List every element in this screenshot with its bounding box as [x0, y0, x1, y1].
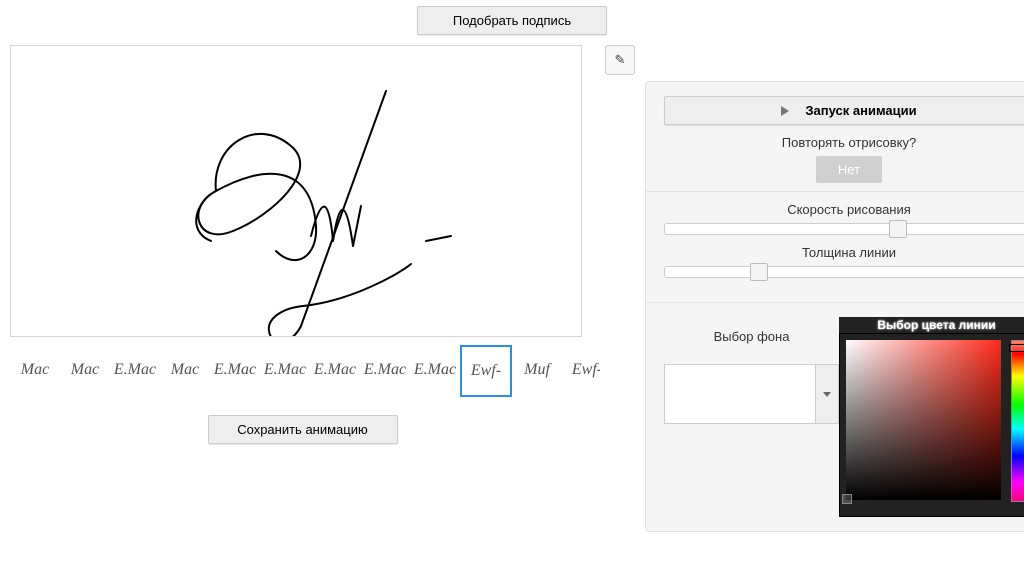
signature-thumb[interactable]: Muf: [512, 345, 562, 395]
save-animation-button[interactable]: Сохранить анимацию: [208, 415, 398, 444]
pick-signature-button[interactable]: Подобрать подпись: [417, 6, 607, 35]
thickness-slider-thumb[interactable]: [750, 263, 768, 281]
signature-thumb[interactable]: E.Mac: [210, 345, 260, 395]
divider: [646, 191, 1024, 192]
settings-button[interactable]: ✎: [605, 45, 635, 75]
main-area: MacMacE.MacMacE.MacE.MacE.MacE.MacE.MacE…: [0, 41, 1024, 532]
thickness-slider[interactable]: [664, 266, 1024, 278]
bg-swatch-row: [664, 364, 839, 424]
speed-slider[interactable]: [664, 223, 1024, 235]
play-icon: [781, 106, 789, 116]
signature-thumb[interactable]: E.Mac: [260, 345, 310, 395]
signature-svg: [11, 46, 581, 336]
signature-thumb[interactable]: E.Mac: [110, 345, 160, 395]
signature-thumb[interactable]: Mac: [160, 345, 210, 395]
top-bar: Подобрать подпись: [0, 0, 1024, 41]
repeat-label: Повторять отрисовку?: [664, 135, 1024, 150]
hue-cursor[interactable]: [1009, 344, 1024, 352]
wrench-icon: ✎: [615, 52, 626, 68]
bg-dropdown-button[interactable]: [816, 364, 839, 424]
run-row: Запуск анимации: [664, 96, 1024, 125]
color-picker-body: [839, 333, 1024, 517]
signature-canvas[interactable]: [10, 45, 582, 337]
chevron-down-icon: [823, 392, 831, 397]
app-root: Подобрать подпись MacMacE.MacMacE.M: [0, 0, 1024, 573]
bg-swatch[interactable]: [664, 364, 816, 424]
lower-panel: Выбор фона Выбор цвета линии: [646, 303, 1024, 531]
thickness-label: Толщина линии: [664, 245, 1024, 260]
settings-panel: Запуск анимации Повторять отрисовку? Нет…: [645, 81, 1024, 532]
gear-column: ✎: [605, 45, 635, 75]
line-color-title: Выбор цвета линии: [839, 317, 1024, 333]
line-color-picker: Выбор цвета линии: [839, 317, 1024, 517]
bg-label: Выбор фона: [664, 329, 839, 344]
signature-thumb[interactable]: Mac: [60, 345, 110, 395]
saturation-value-area[interactable]: [846, 340, 1001, 500]
signature-thumb[interactable]: Ewf-: [562, 345, 600, 395]
signature-thumb[interactable]: E.Mac: [360, 345, 410, 395]
save-row: Сохранить анимацию: [10, 415, 595, 444]
signature-thumb[interactable]: E.Mac: [310, 345, 360, 395]
repeat-toggle-button[interactable]: Нет: [816, 156, 882, 183]
hue-column[interactable]: [1011, 340, 1024, 502]
speed-slider-thumb[interactable]: [889, 220, 907, 238]
run-animation-label: Запуск анимации: [805, 103, 916, 118]
bg-picker-column: Выбор фона: [664, 317, 839, 427]
signature-thumb[interactable]: E.Mac: [410, 345, 460, 395]
signature-thumb[interactable]: Mac: [10, 345, 60, 395]
signature-thumbs[interactable]: MacMacE.MacMacE.MacE.MacE.MacE.MacE.MacE…: [10, 345, 600, 397]
run-animation-button[interactable]: Запуск анимации: [664, 96, 1024, 125]
speed-label: Скорость рисования: [664, 202, 1024, 217]
sv-cursor[interactable]: [842, 494, 852, 504]
signature-thumb[interactable]: Ewf-: [460, 345, 512, 397]
left-column: MacMacE.MacMacE.MacE.MacE.MacE.MacE.MacE…: [10, 41, 595, 444]
